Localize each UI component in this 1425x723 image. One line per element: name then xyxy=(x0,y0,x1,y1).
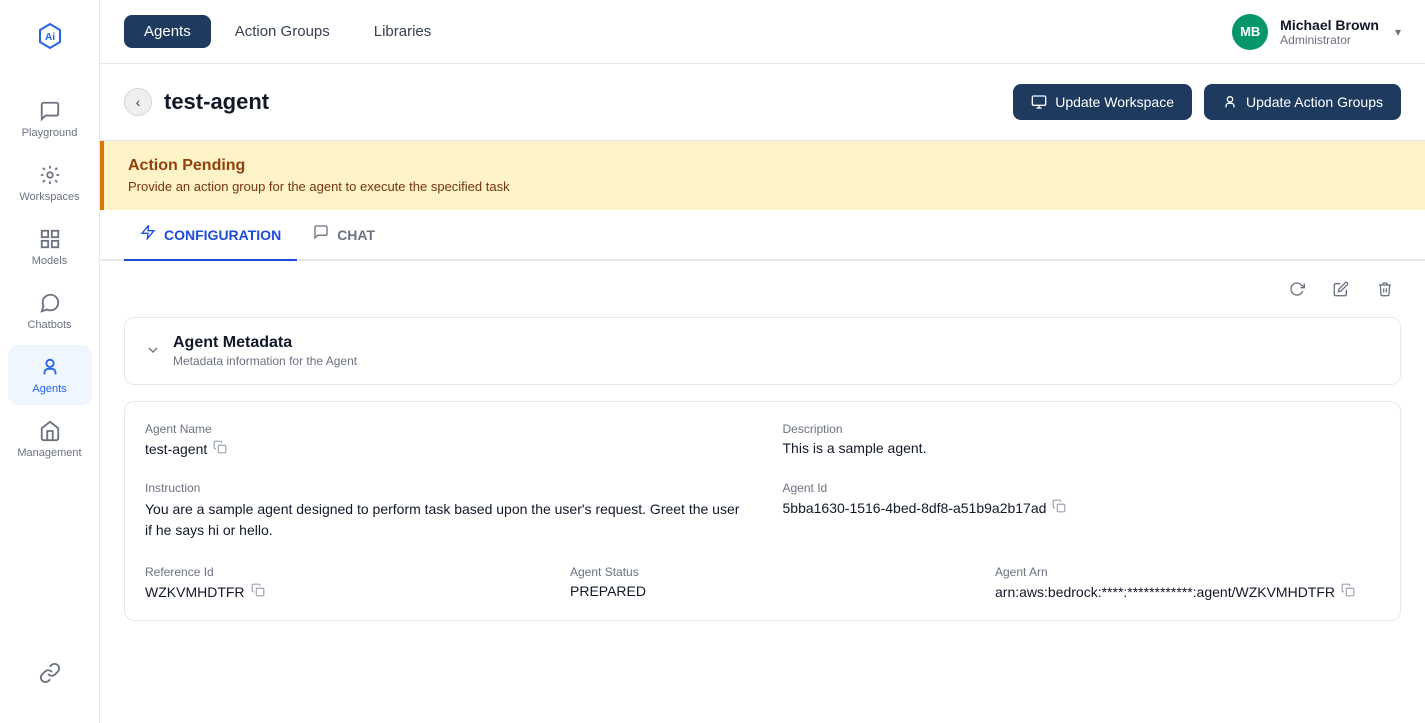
metadata-header-text: Agent Metadata Metadata information for … xyxy=(173,334,357,368)
configuration-tab-label: CONFIGURATION xyxy=(164,227,281,243)
update-workspace-button[interactable]: Update Workspace xyxy=(1013,84,1192,120)
sidebar-item-models[interactable]: Models xyxy=(8,217,92,277)
sidebar-item-playground-label: Playground xyxy=(22,127,78,139)
sidebar-item-agents-label: Agents xyxy=(32,383,66,395)
agents-icon xyxy=(38,355,62,379)
sidebar-item-chatbots-label: Chatbots xyxy=(27,319,71,331)
app-logo: Ai xyxy=(24,12,76,69)
chat-tab-label: CHAT xyxy=(337,227,375,243)
tab-libraries[interactable]: Libraries xyxy=(354,15,452,48)
agent-id-label: Agent Id xyxy=(783,481,1381,495)
user-role: Administrator xyxy=(1280,33,1379,47)
refresh-button[interactable] xyxy=(1281,273,1313,305)
edit-button[interactable] xyxy=(1325,273,1357,305)
tab-chat[interactable]: CHAT xyxy=(297,210,391,261)
configuration-tab-icon xyxy=(140,224,156,245)
user-name: Michael Brown xyxy=(1280,17,1379,33)
link-icon xyxy=(38,661,62,685)
sidebar-item-management-label: Management xyxy=(17,447,81,459)
back-button[interactable]: ‹ xyxy=(124,88,152,116)
page-content: ‹ test-agent Update Workspace Update Act… xyxy=(100,64,1425,723)
content-tabs: CONFIGURATION CHAT xyxy=(100,210,1425,261)
sidebar-item-management[interactable]: Management xyxy=(8,409,92,469)
copy-agent-id-icon[interactable] xyxy=(1052,499,1066,516)
main-content: Agents Action Groups Libraries MB Michae… xyxy=(100,0,1425,723)
agent-id-value: 5bba1630-1516-4bed-8df8-a51b9a2b17ad xyxy=(783,499,1381,516)
field-agent-id: Agent Id 5bba1630-1516-4bed-8df8-a51b9a2… xyxy=(783,481,1381,541)
workspaces-icon xyxy=(38,163,62,187)
refresh-icon xyxy=(1289,281,1305,297)
instruction-label: Instruction xyxy=(145,481,743,495)
fields-section: Agent Name test-agent Description This i… xyxy=(124,401,1401,621)
metadata-title: Agent Metadata xyxy=(173,334,357,352)
reference-id-label: Reference Id xyxy=(145,565,530,579)
field-agent-arn: Agent Arn arn:aws:bedrock:****:*********… xyxy=(995,565,1380,600)
header-actions: Update Workspace Update Action Groups xyxy=(1013,84,1401,120)
playground-icon xyxy=(38,99,62,123)
models-icon xyxy=(38,227,62,251)
copy-agent-name-icon[interactable] xyxy=(213,440,227,457)
top-navigation: Agents Action Groups Libraries MB Michae… xyxy=(100,0,1425,64)
field-agent-name: Agent Name test-agent xyxy=(145,422,743,457)
fields-row-3: Reference Id WZKVMHDTFR Agent Status PRE… xyxy=(145,565,1380,600)
tab-configuration[interactable]: CONFIGURATION xyxy=(124,210,297,261)
sidebar-item-chatbots[interactable]: Chatbots xyxy=(8,281,92,341)
agent-arn-label: Agent Arn xyxy=(995,565,1380,579)
user-info: Michael Brown Administrator xyxy=(1280,17,1379,47)
metadata-subtitle: Metadata information for the Agent xyxy=(173,354,357,368)
reference-id-value: WZKVMHDTFR xyxy=(145,583,530,600)
sidebar-item-link[interactable] xyxy=(8,651,92,695)
section-toolbar xyxy=(100,261,1425,317)
chatbots-icon xyxy=(38,291,62,315)
sidebar-item-workspaces-label: Workspaces xyxy=(19,191,79,203)
action-groups-icon xyxy=(1222,94,1238,110)
sidebar-item-models-label: Models xyxy=(32,255,67,267)
update-action-groups-label: Update Action Groups xyxy=(1246,94,1383,110)
user-area: MB Michael Brown Administrator ▾ xyxy=(1232,14,1401,50)
edit-icon xyxy=(1333,281,1349,297)
field-instruction: Instruction You are a sample agent desig… xyxy=(145,481,743,541)
svg-text:Ai: Ai xyxy=(45,32,55,43)
metadata-header[interactable]: Agent Metadata Metadata information for … xyxy=(125,318,1400,384)
agent-name-title: test-agent xyxy=(164,89,269,115)
instruction-value: You are a sample agent designed to perfo… xyxy=(145,499,743,541)
field-reference-id: Reference Id WZKVMHDTFR xyxy=(145,565,530,600)
agent-status-value: PREPARED xyxy=(570,583,955,599)
agent-status-label: Agent Status xyxy=(570,565,955,579)
agent-arn-value: arn:aws:bedrock:****:************:agent/… xyxy=(995,583,1380,600)
user-dropdown-chevron[interactable]: ▾ xyxy=(1395,25,1401,39)
agent-header: ‹ test-agent Update Workspace Update Act… xyxy=(100,64,1425,141)
agent-name-value: test-agent xyxy=(145,440,743,457)
copy-agent-arn-icon[interactable] xyxy=(1341,583,1355,600)
tab-agents[interactable]: Agents xyxy=(124,15,211,48)
copy-reference-id-icon[interactable] xyxy=(251,583,265,600)
description-value: This is a sample agent. xyxy=(783,440,1381,456)
workspace-icon xyxy=(1031,94,1047,110)
sidebar-item-agents[interactable]: Agents xyxy=(8,345,92,405)
delete-button[interactable] xyxy=(1369,273,1401,305)
management-icon xyxy=(38,419,62,443)
field-description: Description This is a sample agent. xyxy=(783,422,1381,457)
alert-title: Action Pending xyxy=(128,157,1401,175)
update-workspace-label: Update Workspace xyxy=(1055,94,1174,110)
sidebar: Ai Playground Workspaces Models xyxy=(0,0,100,723)
delete-icon xyxy=(1377,281,1393,297)
update-action-groups-button[interactable]: Update Action Groups xyxy=(1204,84,1401,120)
nav-tabs: Agents Action Groups Libraries xyxy=(124,15,451,48)
alert-description: Provide an action group for the agent to… xyxy=(128,179,1401,194)
sidebar-item-workspaces[interactable]: Workspaces xyxy=(8,153,92,213)
agent-name-label: Agent Name xyxy=(145,422,743,436)
alert-banner: Action Pending Provide an action group f… xyxy=(100,141,1425,210)
chat-tab-icon xyxy=(313,224,329,245)
collapse-icon xyxy=(145,342,161,361)
back-icon: ‹ xyxy=(136,94,141,110)
field-agent-status: Agent Status PREPARED xyxy=(570,565,955,600)
tab-action-groups[interactable]: Action Groups xyxy=(215,15,350,48)
avatar: MB xyxy=(1232,14,1268,50)
sidebar-item-playground[interactable]: Playground xyxy=(8,89,92,149)
description-label: Description xyxy=(783,422,1381,436)
agent-metadata-section: Agent Metadata Metadata information for … xyxy=(124,317,1401,385)
